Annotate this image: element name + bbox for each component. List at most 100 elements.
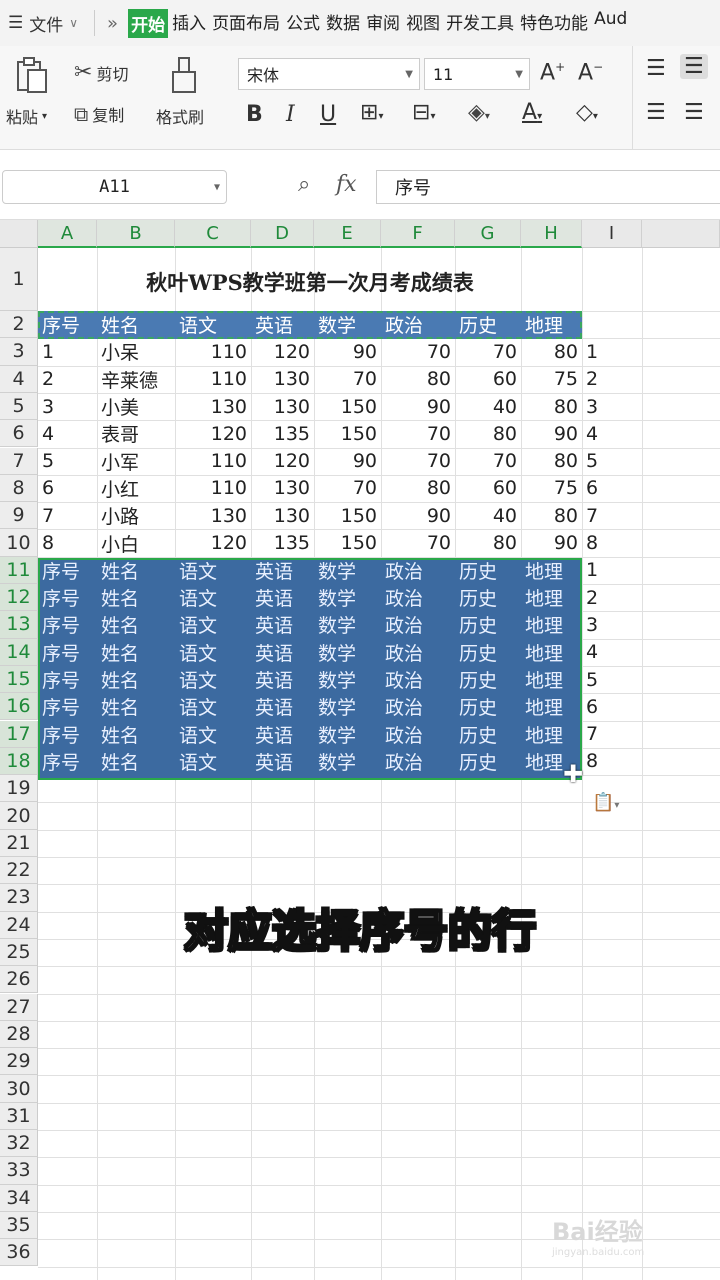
cell-E7[interactable]: 90 [314,448,381,475]
cell-I5[interactable]: 3 [582,393,642,420]
cell-H8[interactable]: 75 [521,475,582,502]
cell-B10[interactable]: 小白 [97,529,175,556]
cell-I8[interactable]: 6 [582,475,642,502]
cell-H14[interactable]: 地理 [521,639,582,666]
column-header-blank[interactable] [642,220,720,248]
cell-F13[interactable]: 政治 [381,611,455,638]
tab-6[interactable]: 视图 [404,9,442,38]
tab-0[interactable]: 开始 [128,8,169,38]
row-header-11[interactable]: 11 [0,556,38,584]
cell-B8[interactable]: 小红 [97,475,175,502]
cell-I10[interactable]: 8 [582,529,642,556]
font-color-icon[interactable]: A▾ [522,100,542,125]
align-middle-icon[interactable]: ☰ [680,54,708,79]
cell-B6[interactable]: 表哥 [97,420,175,447]
cell-C12[interactable]: 语文 [175,584,251,611]
cell-H6[interactable]: 90 [521,420,582,447]
paste-icon[interactable] [14,56,50,96]
cell-I16[interactable]: 6 [582,693,642,720]
cell-D11[interactable]: 英语 [251,557,314,584]
cell-D12[interactable]: 英语 [251,584,314,611]
column-header-F[interactable]: F [381,220,455,248]
cell-A9[interactable]: 7 [38,502,97,529]
more-icon[interactable]: » [107,13,118,34]
row-header-4[interactable]: 4 [0,365,38,393]
row-header-30[interactable]: 30 [0,1075,38,1103]
row-header-32[interactable]: 32 [0,1130,38,1158]
cell-G13[interactable]: 历史 [455,611,521,638]
cell-A4[interactable]: 2 [38,366,97,393]
row-header-5[interactable]: 5 [0,392,38,421]
cell-G6[interactable]: 80 [455,420,521,447]
cell-F10[interactable]: 70 [381,529,455,556]
cell-I7[interactable]: 5 [582,448,642,475]
cell-G14[interactable]: 历史 [455,639,521,666]
row-header-29[interactable]: 29 [0,1048,38,1076]
cell-G8[interactable]: 60 [455,475,521,502]
cell-B14[interactable]: 姓名 [97,639,175,666]
cell-G16[interactable]: 历史 [455,693,521,720]
row-header-16[interactable]: 16 [0,693,38,721]
cell-H13[interactable]: 地理 [521,611,582,638]
cell-C11[interactable]: 语文 [175,557,251,584]
cell-G5[interactable]: 40 [455,393,521,420]
cell-F2[interactable]: 政治 [381,311,455,338]
select-all-corner[interactable] [0,220,38,248]
cell-G17[interactable]: 历史 [455,721,521,748]
cell-E10[interactable]: 150 [314,529,381,556]
merge-icon[interactable]: ⊟▾ [412,100,435,125]
row-header-17[interactable]: 17 [0,720,38,748]
cell-D14[interactable]: 英语 [251,639,314,666]
cell-I4[interactable]: 2 [582,366,642,393]
cell-H2[interactable]: 地理 [521,311,582,338]
name-box[interactable]: A11 ▼ [2,170,227,204]
row-header-7[interactable]: 7 [0,447,38,475]
cell-B3[interactable]: 小呆 [97,338,175,365]
cell-H4[interactable]: 75 [521,366,582,393]
tab-3[interactable]: 公式 [284,9,322,38]
cell-C17[interactable]: 语文 [175,721,251,748]
cell-I3[interactable]: 1 [582,338,642,365]
row-header-27[interactable]: 27 [0,993,38,1021]
cell-D6[interactable]: 135 [251,420,314,447]
fx-icon[interactable]: fx [336,172,357,197]
cell-F5[interactable]: 90 [381,393,455,420]
fill-handle-cursor-icon[interactable]: ✚ [563,760,583,788]
cell-D3[interactable]: 120 [251,338,314,365]
zoom-icon[interactable]: ⌕ [298,172,310,197]
cell-B7[interactable]: 小军 [97,448,175,475]
cell-H3[interactable]: 80 [521,338,582,365]
cell-C3[interactable]: 110 [175,338,251,365]
bold-button[interactable]: B [246,102,263,127]
row-header-9[interactable]: 9 [0,502,38,530]
cell-A2[interactable]: 序号 [38,311,97,338]
column-header-B[interactable]: B [97,220,175,248]
cell-D16[interactable]: 英语 [251,693,314,720]
cell-B2[interactable]: 姓名 [97,311,175,338]
paste-options-icon[interactable]: 📋▾ [592,792,619,813]
cell-A10[interactable]: 8 [38,529,97,556]
file-menu-button[interactable]: ☰ 文件 ∨ [0,11,86,36]
cell-C13[interactable]: 语文 [175,611,251,638]
cell-E12[interactable]: 数学 [314,584,381,611]
cell-E14[interactable]: 数学 [314,639,381,666]
brush-icon[interactable] [170,56,200,96]
cell-A13[interactable]: 序号 [38,611,97,638]
cell-B5[interactable]: 小美 [97,393,175,420]
cell-H17[interactable]: 地理 [521,721,582,748]
cell-D15[interactable]: 英语 [251,666,314,693]
cell-D17[interactable]: 英语 [251,721,314,748]
cell-H15[interactable]: 地理 [521,666,582,693]
tab-7[interactable]: 开发工具 [444,9,516,38]
cell-E6[interactable]: 150 [314,420,381,447]
row-header-14[interactable]: 14 [0,638,38,666]
eraser-icon[interactable]: ◇▾ [576,100,598,125]
cell-E11[interactable]: 数学 [314,557,381,584]
cell-E3[interactable]: 90 [314,338,381,365]
formula-input[interactable]: 序号 [376,170,720,204]
cell-F15[interactable]: 政治 [381,666,455,693]
row-header-31[interactable]: 31 [0,1102,38,1130]
cut-button[interactable]: ✂ 剪切 [74,60,128,85]
cell-B16[interactable]: 姓名 [97,693,175,720]
cell-H11[interactable]: 地理 [521,557,582,584]
